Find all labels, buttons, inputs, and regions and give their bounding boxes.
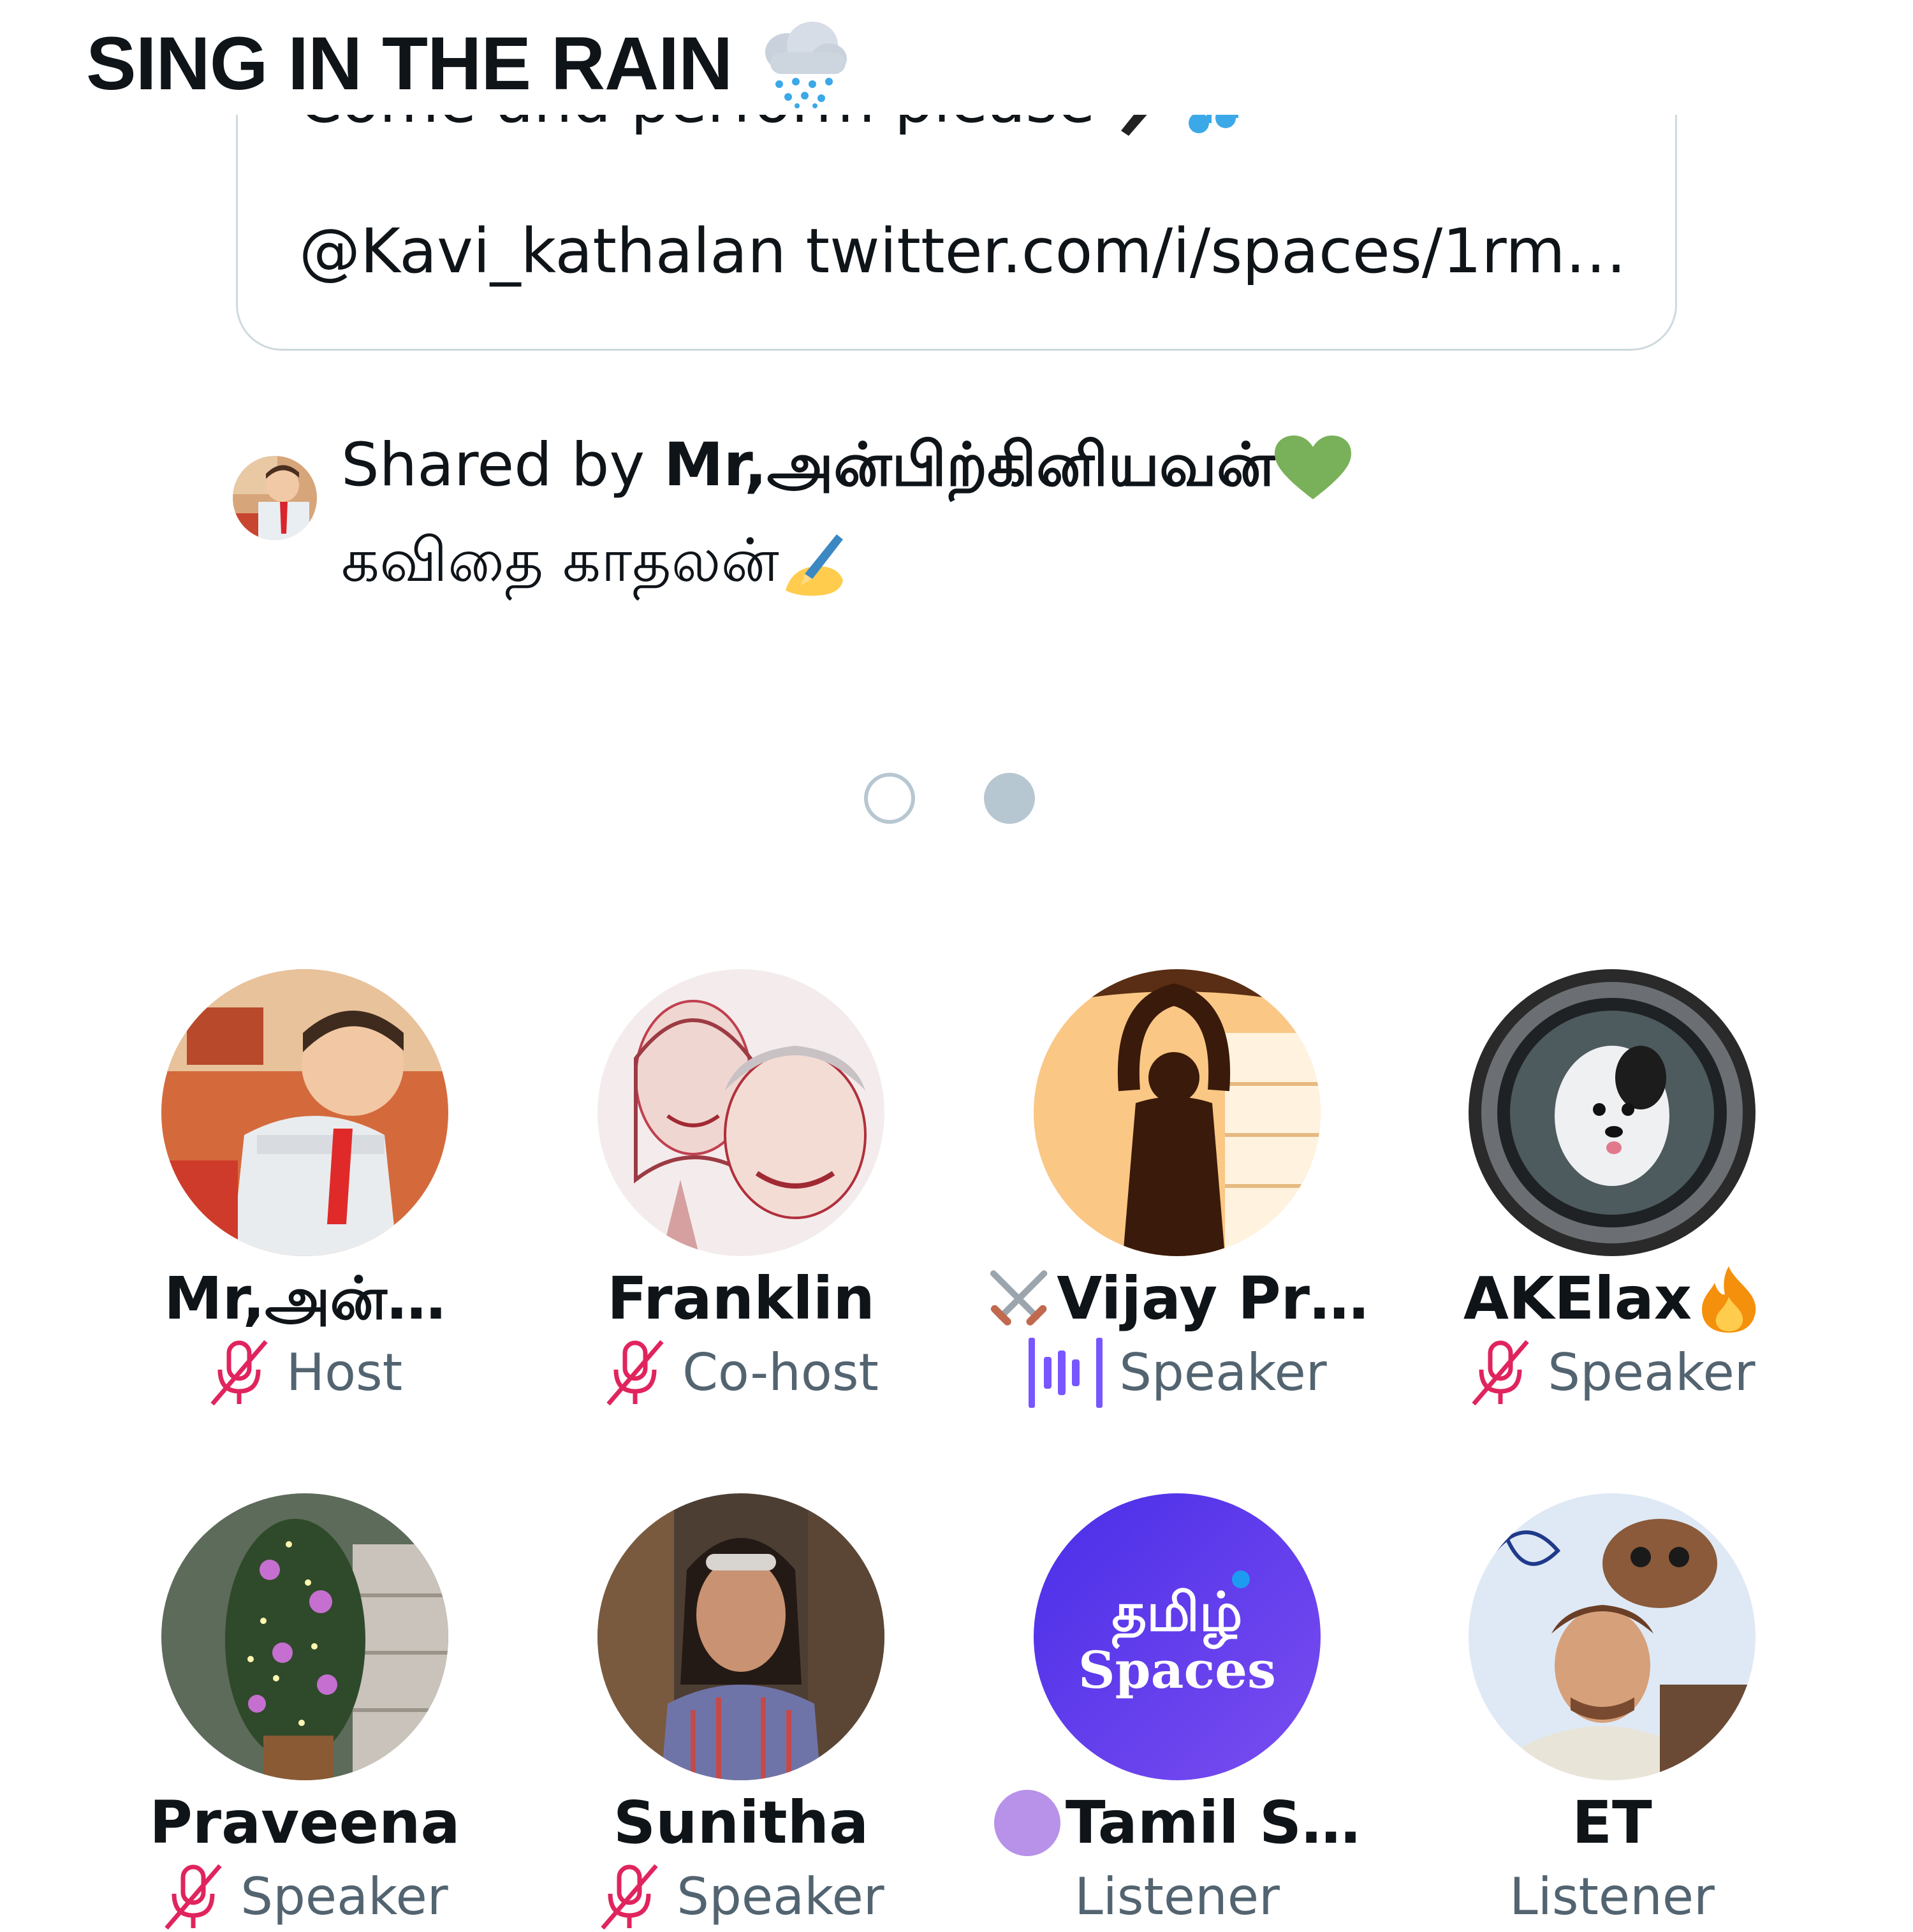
participant-role-text: Listener [1509, 1867, 1715, 1926]
participant-speaker-akelax[interactable]: AKElax Speaker [1421, 969, 1803, 1408]
participant-role: Speaker [550, 1862, 932, 1932]
fire-icon [1702, 1266, 1756, 1333]
sharer-name[interactable]: Mr,அன்பிற்கினியவன் [664, 430, 1275, 500]
participant-speaker-vijay[interactable]: Vijay Pr… Speaker [986, 969, 1368, 1408]
participant-name: Praveena [114, 1785, 496, 1861]
musical-notes-icon [1189, 115, 1239, 133]
participant-listener-et[interactable]: ET Listener [1421, 1493, 1803, 1932]
participant-name: ET [1421, 1785, 1803, 1861]
tweet-card-link[interactable]: @Kavi_kathalan twitter.com/i/spaces/1rm… [299, 216, 1638, 287]
microphone-icon [1120, 115, 1147, 136]
sharer-bio: கவிதை காதலன் [341, 526, 779, 596]
participant-name: AKElax [1421, 1261, 1803, 1336]
space-title-text: SING IN THE RAIN [86, 22, 733, 106]
participant-role: Speaker [1421, 1338, 1803, 1408]
participant-role-text: Speaker [1548, 1343, 1755, 1402]
participant-role-text: Listener [1074, 1867, 1280, 1926]
participant-role-text: Host [286, 1343, 403, 1402]
participant-role: Listener [1421, 1862, 1803, 1932]
avatar [597, 1493, 884, 1780]
shared-by-line2: கவிதை காதலன் [341, 513, 1351, 609]
avatar [1469, 969, 1755, 1256]
pager-dot-2[interactable] [984, 773, 1035, 824]
avatar [597, 969, 884, 1256]
participant-name-text: Mr,அன்… [164, 1264, 446, 1333]
participant-listener-tamil-spaces[interactable]: தமிழ் Spaces Tamil S… Listener [986, 1493, 1368, 1932]
participant-role: Listener [986, 1862, 1368, 1932]
avatar [161, 1493, 448, 1780]
mic-muted-icon [210, 1340, 268, 1406]
participant-name: Tamil S… [986, 1785, 1368, 1861]
cloud-with-rain-icon [765, 22, 847, 108]
participant-name-text: Praveena [149, 1789, 460, 1857]
mic-muted-icon [1472, 1340, 1529, 1406]
participant-name: Sunitha [550, 1785, 932, 1861]
mic-muted-icon [165, 1864, 222, 1930]
participant-name: Vijay Pr… [986, 1261, 1368, 1336]
avatar-text-line2: Spaces [1078, 1640, 1276, 1700]
status-dot-icon [993, 1790, 1060, 1856]
green-heart-icon [1275, 435, 1352, 500]
participant-name: Mr,அன்… [114, 1261, 496, 1336]
writing-hand-icon [785, 534, 843, 596]
participant-name-text: Vijay Pr… [1057, 1264, 1368, 1333]
participant-speaker-praveena[interactable]: Praveena Speaker [114, 1493, 496, 1932]
participant-name-text: Franklin [607, 1264, 875, 1333]
crossed-swords-icon [990, 1270, 1048, 1326]
shared-by-line1: Shared by Mr,அன்பிற்கினியவன் [341, 418, 1352, 513]
avatar-text-line1: தமிழ் [1112, 1581, 1243, 1650]
mic-muted-icon [601, 1864, 658, 1930]
participant-name: Franklin [550, 1261, 932, 1336]
avatar [161, 969, 448, 1256]
participant-role: Co-host [550, 1338, 932, 1408]
participant-role: Speaker [986, 1338, 1368, 1408]
avatar [1034, 969, 1321, 1256]
shared-by-text: Shared by Mr,அன்பிற்கினியவன் கவிதை காதலன… [341, 418, 1352, 609]
tweet-card-line1-text: Come and perform please [299, 115, 1095, 136]
pager-dot-1[interactable] [864, 773, 915, 824]
speaking-indicator-icon [1029, 1338, 1103, 1408]
participant-host[interactable]: Mr,அன்… Host [114, 969, 496, 1408]
avatar: தமிழ் Spaces [1034, 1493, 1321, 1780]
tweet-card[interactable]: Come and perform please @Kavi_kathalan t… [236, 115, 1677, 351]
space-title: SING IN THE RAIN [86, 19, 849, 108]
participant-role: Speaker [114, 1862, 496, 1932]
participant-name-text: ET [1572, 1789, 1652, 1857]
participant-cohost[interactable]: Franklin Co-host [550, 969, 932, 1408]
participant-role: Host [114, 1338, 496, 1408]
sharer-avatar[interactable] [233, 456, 317, 540]
participant-role-text: Co-host [682, 1343, 879, 1402]
pager [864, 773, 1035, 824]
avatar [1469, 1493, 1755, 1780]
participant-role-text: Speaker [240, 1867, 448, 1926]
tweet-card-line1: Come and perform please [299, 115, 1242, 137]
participant-role-text: Speaker [1119, 1343, 1327, 1402]
mic-muted-icon [606, 1340, 664, 1406]
participant-name-text: Tamil S… [1065, 1789, 1361, 1857]
participant-role-text: Speaker [677, 1867, 884, 1926]
participant-speaker-sunitha[interactable]: Sunitha Speaker [550, 1493, 932, 1932]
shared-by-prefix: Shared by [341, 430, 664, 500]
participant-name-text: Sunitha [613, 1789, 869, 1857]
participant-name-text: AKElax [1463, 1264, 1692, 1333]
